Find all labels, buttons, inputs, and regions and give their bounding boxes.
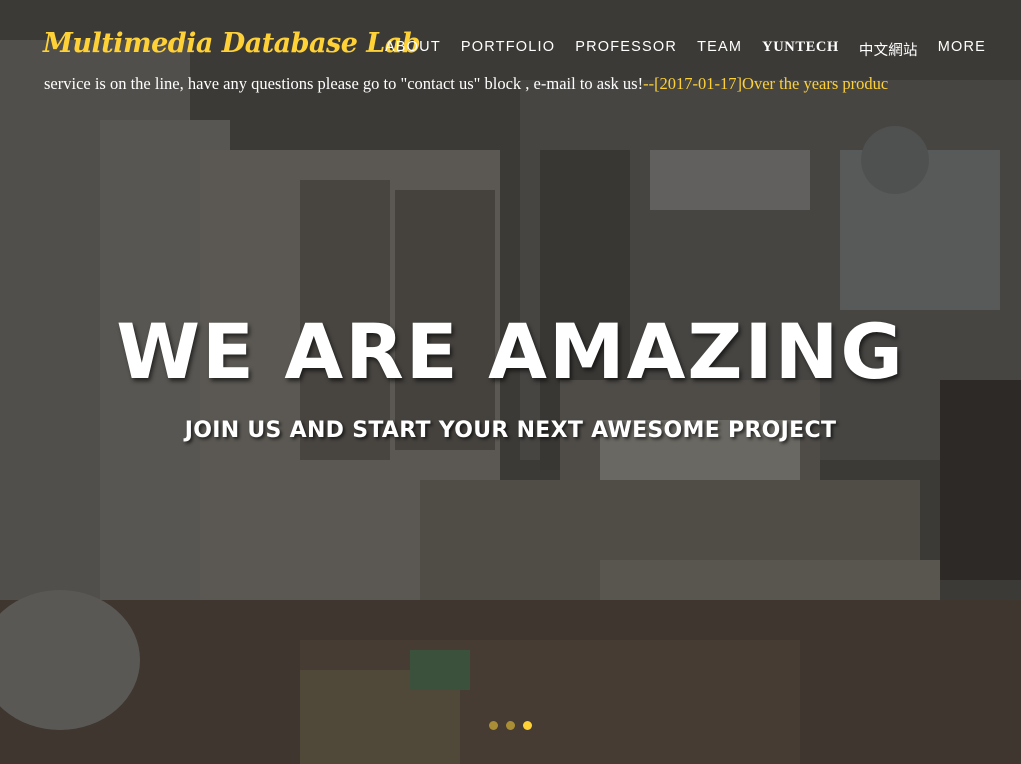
site-logo[interactable]: Multimedia Database Lab (43, 28, 421, 59)
hero-subheadline: JOIN US AND START YOUR NEXT AWESOME PROJ… (184, 418, 837, 443)
nav-professor[interactable]: PROFESSOR (575, 39, 677, 60)
carousel-dot-1[interactable] (489, 721, 498, 730)
carousel-dot-2[interactable] (506, 721, 515, 730)
carousel-indicators (489, 721, 532, 730)
news-marquee[interactable]: service is on the line, have any questio… (44, 74, 981, 96)
hero-section: Multimedia Database Lab ABOUT PORTFOLIO … (0, 0, 1021, 764)
marquee-news-text: --[2017-01-17]Over the years produc (643, 74, 889, 93)
hero-headline: WE ARE AMAZING (116, 307, 905, 396)
nav-more[interactable]: MORE (938, 39, 986, 60)
nav-portfolio[interactable]: PORTFOLIO (461, 39, 555, 60)
nav-team[interactable]: TEAM (697, 39, 742, 60)
nav-yuntech[interactable]: YUNTECH (762, 39, 839, 60)
nav-about[interactable]: ABOUT (385, 39, 441, 60)
nav-chinese-site[interactable]: 中文網站 (859, 39, 918, 60)
carousel-dot-3[interactable] (523, 721, 532, 730)
main-nav: ABOUT PORTFOLIO PROFESSOR TEAM YUNTECH 中… (385, 39, 986, 60)
marquee-notice-text: service is on the line, have any questio… (44, 74, 644, 93)
